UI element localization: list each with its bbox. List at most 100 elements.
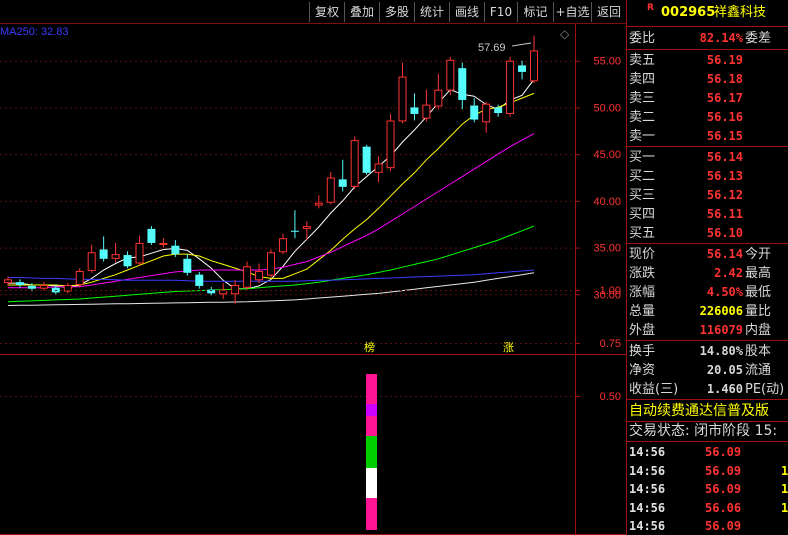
- stat-row-1-right-label: 最高: [745, 266, 772, 281]
- stock-code[interactable]: 002965: [661, 3, 715, 22]
- candle-body: [183, 258, 192, 273]
- bid-level-1: 买一 56.14: [627, 148, 788, 167]
- stat-row-0: 现价 56.14 今开: [627, 245, 788, 264]
- quote-panel: R 002965 祥鑫科技 委比 82.14% 委差 卖五 56.19 卖四 56.1…: [626, 0, 788, 535]
- stat-row-4-value: 116079: [699, 323, 743, 337]
- fund-row-2-right-label: PE(动): [745, 382, 785, 397]
- high-price-label: 57.69: [478, 42, 506, 54]
- candle-body: [15, 282, 24, 285]
- candle: [39, 282, 48, 291]
- candle-body: [99, 249, 108, 259]
- add-watchlist-button[interactable]: +自选: [553, 2, 591, 22]
- candle: [434, 73, 443, 110]
- ma-line-5: [7, 272, 535, 306]
- y-tick-label: 55.00: [593, 56, 621, 68]
- trade-status-row: 交易状态: 闭市阶段 15:: [627, 422, 788, 441]
- candle: [75, 268, 84, 287]
- candle-body: [147, 228, 156, 243]
- overlay-button[interactable]: 叠加: [344, 2, 379, 22]
- stat-row-4-right-label: 内盘: [745, 323, 772, 338]
- candle: [111, 242, 120, 263]
- candle: [446, 56, 455, 96]
- fund-row-2-value: 1.460: [706, 382, 743, 396]
- candle-body: [159, 242, 168, 245]
- candle-body: [398, 76, 407, 122]
- candle-body: [27, 285, 36, 289]
- candle: [386, 113, 395, 171]
- fund-row-2-label: 收益(三): [629, 382, 679, 397]
- candle-body: [434, 89, 443, 107]
- candle-body: [374, 163, 383, 173]
- tick-row: 14:56 56.09 1: [627, 462, 788, 481]
- statistics-button[interactable]: 统计: [414, 2, 449, 22]
- news-ticker[interactable]: 自动续费通达信普及版: [627, 402, 788, 421]
- candle: [422, 89, 431, 122]
- candle-body: [123, 255, 132, 267]
- stat-row-1-label: 涨跌: [629, 266, 656, 281]
- commission-ratio-row: 委比 82.14% 委差: [627, 29, 788, 48]
- trade-status: 交易状态: 闭市阶段 15:: [629, 423, 778, 439]
- kline-chart[interactable]: 55.0050.0045.0040.0035.0030.00 1.000.750…: [0, 24, 626, 535]
- candle: [159, 238, 168, 248]
- ask-level-1-label: 卖一: [629, 129, 656, 144]
- stock-name[interactable]: 祥鑫科技: [714, 3, 766, 22]
- mark-button[interactable]: 标记: [517, 2, 553, 22]
- f10-button[interactable]: F10: [484, 2, 517, 22]
- stat-row-0-label: 现价: [629, 247, 656, 262]
- candle-body: [75, 270, 84, 285]
- bid-level-3: 买三 56.12: [627, 186, 788, 205]
- candle: [195, 271, 204, 289]
- candle-body: [278, 238, 287, 253]
- candle: [183, 254, 192, 276]
- signal-bar-white: [366, 468, 377, 498]
- candle: [482, 101, 491, 133]
- ask-level-1-value: 56.15: [706, 129, 743, 143]
- ask-level-4: 卖四 56.18: [627, 70, 788, 89]
- candle-body: [422, 104, 431, 119]
- candle-body: [135, 242, 144, 264]
- stat-row-3-right-label: 量比: [745, 304, 772, 319]
- bid-level-5-value: 56.10: [706, 226, 743, 240]
- candle-body: [243, 266, 252, 288]
- candle: [243, 261, 252, 290]
- candle: [470, 98, 479, 123]
- ask-level-2-label: 卖二: [629, 110, 656, 125]
- y-tick-label: 35.00: [593, 243, 621, 255]
- tick-time: 14:56: [629, 500, 666, 515]
- fund-row-2: 收益(三) 1.460 PE(动): [627, 380, 788, 399]
- candle: [15, 279, 24, 288]
- r-mark: R: [647, 3, 654, 13]
- fund-row-0-right-label: 股本: [745, 344, 772, 359]
- tick-price: 56.09: [705, 482, 742, 496]
- kline-chart-area[interactable]: 55.00 50.00 45.00 40.00 35.00 30.00 1.00 0.75 0…: [0, 24, 626, 535]
- multi-stock-button[interactable]: 多股: [379, 2, 414, 22]
- stat-row-1-value: 2.42: [714, 266, 743, 280]
- candle-body: [386, 120, 395, 169]
- bid-level-4-label: 买四: [629, 207, 656, 222]
- stat-row-3-value: 226006: [699, 304, 743, 318]
- bid-level-3-label: 买三: [629, 188, 656, 203]
- candle-body: [267, 252, 275, 276]
- back-button[interactable]: 返回: [591, 2, 626, 22]
- chart-toolbar: 复权 叠加 多股 统计 画线 F10 标记 +自选 返回: [0, 0, 626, 24]
- diamond-icon[interactable]: ◇: [560, 27, 570, 41]
- stat-row-2-value: 4.50%: [706, 285, 743, 299]
- ask-level-5-value: 56.19: [706, 53, 743, 67]
- sub-tick-label: 0.50: [600, 391, 621, 403]
- commission-ratio-label: 委比: [629, 31, 656, 46]
- candle: [135, 235, 144, 266]
- stat-row-3: 总量 226006 量比: [627, 302, 788, 321]
- news-text[interactable]: 自动续费通达信普及版: [629, 402, 769, 421]
- ask-level-3-label: 卖三: [629, 91, 656, 106]
- tick-price: 56.06: [705, 500, 742, 515]
- candle: [87, 244, 96, 273]
- bid-level-2-value: 56.13: [706, 169, 743, 183]
- restore-rights-button[interactable]: 复权: [309, 2, 344, 22]
- draw-line-button[interactable]: 画线: [449, 2, 484, 22]
- bang-tag: 榜: [364, 340, 375, 354]
- ask-level-2: 卖二 56.16: [627, 108, 788, 127]
- candle-body: [338, 179, 347, 187]
- tick-row: 14:56 56.09: [627, 443, 788, 462]
- fund-row-0-value: 14.80%: [699, 344, 743, 358]
- candle-body: [255, 270, 264, 281]
